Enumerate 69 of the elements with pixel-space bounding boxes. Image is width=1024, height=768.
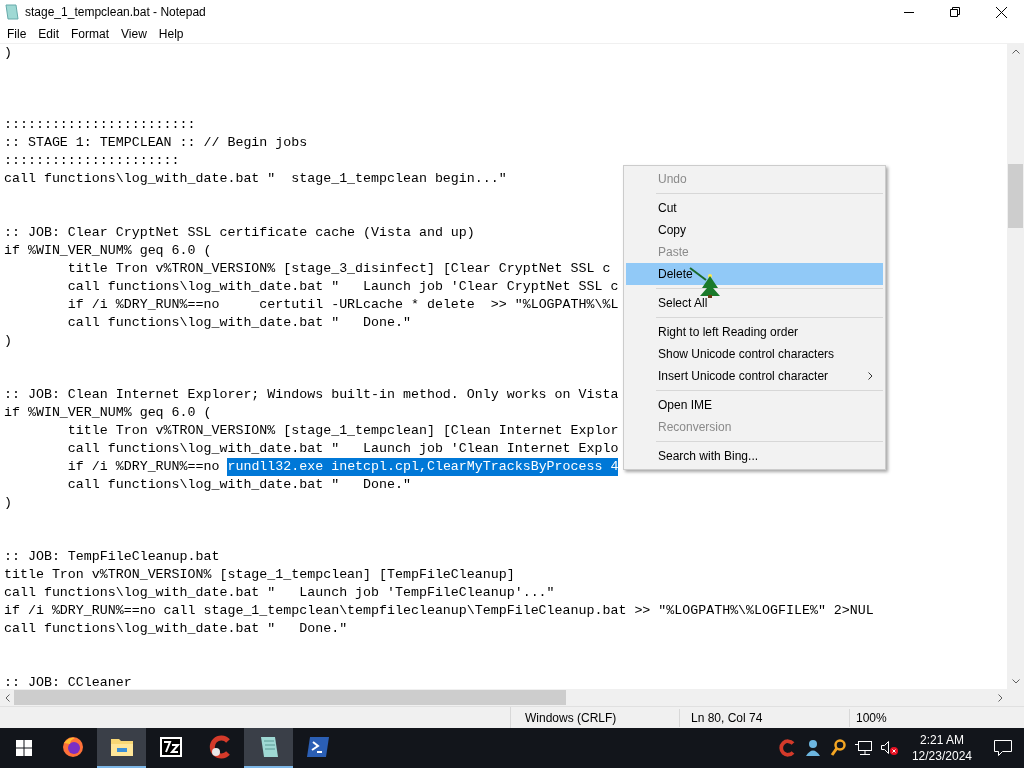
vertical-scrollbar[interactable] <box>1007 44 1024 706</box>
c-swirl-icon[interactable] <box>777 739 796 757</box>
code-line: :: STAGE 1: TEMPCLEAN :: // Begin jobs <box>4 134 308 152</box>
menu-item[interactable]: Edit <box>32 24 66 43</box>
scrollbar-thumb[interactable] <box>14 690 566 705</box>
selected-text: rundll32.exe inetcpl.cpl,ClearMyTracksByProcess 4 <box>227 458 619 476</box>
menu-option[interactable]: Select All <box>626 292 883 314</box>
code-line: title Tron v%TRON_VERSION% [stage_1_tempclean] [Clean Internet Explor <box>66 422 619 440</box>
person-icon[interactable] <box>803 739 822 757</box>
menu-option[interactable]: Delete <box>626 263 883 285</box>
taskbar-app[interactable] <box>244 728 293 768</box>
cursor-position-status: Ln 80, Col 74 <box>680 708 850 727</box>
clock-time: 2:21 AM <box>919 732 964 748</box>
menu-option[interactable]: Copy <box>626 219 883 241</box>
code-line: call functions\log_with_date.bat " Launch job 'TempFileCleanup'..." <box>4 584 555 602</box>
magnifier-icon[interactable] <box>829 739 846 757</box>
menu-option[interactable]: Cut <box>626 197 883 219</box>
code-line: :: JOB: TempFileCleanup.bat <box>4 548 220 566</box>
minimize-icon <box>904 11 914 13</box>
restore-icon <box>950 7 960 17</box>
window-title: stage_1_tempclean.bat - Notepad <box>25 4 206 21</box>
clock-date: 12/23/2024 <box>911 748 972 764</box>
code-line: title Tron v%TRON_VERSION% [stage_3_disinfect] [Clear CryptNet SSL c <box>66 260 611 278</box>
code-line: :: JOB: Clean Internet Explorer; Windows built-in method. Only works on Vista <box>4 386 619 404</box>
code-line: ) <box>4 44 12 62</box>
code-line: call functions\log_with_date.bat " stage_1_tempclean begin..." <box>4 170 507 188</box>
c-swirl-icon <box>207 735 232 759</box>
menu-item[interactable]: Format <box>65 24 116 43</box>
network-icon[interactable] <box>853 740 872 756</box>
notification-icon[interactable] <box>994 740 1012 756</box>
terminal-icon <box>305 736 330 758</box>
menu-option[interactable]: Search with Bing... <box>626 445 883 467</box>
close-icon <box>995 6 1007 18</box>
fox-globe-icon <box>60 735 85 759</box>
menu-option[interactable]: Insert Unicode control character <box>626 365 883 387</box>
code-line: if %WIN_VER_NUM% geq 6.0 ( <box>4 404 212 422</box>
code-line: ) <box>4 332 12 350</box>
archive-icon <box>159 737 182 757</box>
code-line: if %WIN_VER_NUM% geq 6.0 ( <box>4 242 212 260</box>
code-line: ) <box>4 494 12 512</box>
scrollbar-thumb[interactable] <box>1008 164 1023 228</box>
code-line: call functions\log_with_date.bat " Done." <box>66 314 411 332</box>
code-line: :::::::::::::::::::::::: <box>4 116 196 134</box>
windows-logo-icon <box>16 740 32 756</box>
code-line: if /i %DRY_RUN%==no certutil -URLcache * delete >> "%LOGPATH%\%L <box>66 296 619 314</box>
menu-item[interactable]: Help <box>152 24 190 43</box>
code-line: call functions\log_with_date.bat " Launch job 'Clean Internet Explo <box>66 440 619 458</box>
menu-option[interactable]: Right to left Reading order <box>626 321 883 343</box>
code-line: call functions\log_with_date.bat " Done." <box>4 620 348 638</box>
taskbar-app[interactable] <box>97 728 146 768</box>
notepad-icon <box>5 4 19 20</box>
menu-option[interactable]: Show Unicode control characters <box>626 343 883 365</box>
line-ending-status: Windows (CRLF) <box>511 708 680 727</box>
muted-speaker-icon[interactable] <box>879 739 900 757</box>
menu-item[interactable]: File <box>1 24 33 43</box>
horizontal-scrollbar[interactable] <box>0 689 1007 706</box>
code-line: :::::::::::::::::::::: <box>4 152 180 170</box>
code-line: if /i %DRY_RUN%==no call stage_1_tempclean\tempfilecleanup\TempFileCleanup.bat >> "%LOGPATH%\%LOGFILE%" 2>NUL <box>4 602 874 620</box>
code-line: :: JOB: CCleaner <box>4 674 132 689</box>
menu-option[interactable]: Open IME <box>626 394 883 416</box>
chevron-right-icon <box>868 372 873 380</box>
code-line: if /i %DRY_RUN%==no <box>66 458 221 476</box>
code-line: title Tron v%TRON_VERSION% [stage_1_tempclean] [TempFileCleanup] <box>4 566 515 584</box>
code-line: call functions\log_with_date.bat " Done." <box>66 476 411 494</box>
zoom-status: 100% <box>855 709 887 727</box>
folder-icon <box>109 736 134 758</box>
code-line: :: JOB: Clear CryptNet SSL certificate cache (Vista and up) <box>4 224 475 242</box>
menu-item[interactable]: View <box>115 24 153 43</box>
code-line: call functions\log_with_date.bat " Launch job 'Clear CryptNet SSL c <box>66 278 619 296</box>
